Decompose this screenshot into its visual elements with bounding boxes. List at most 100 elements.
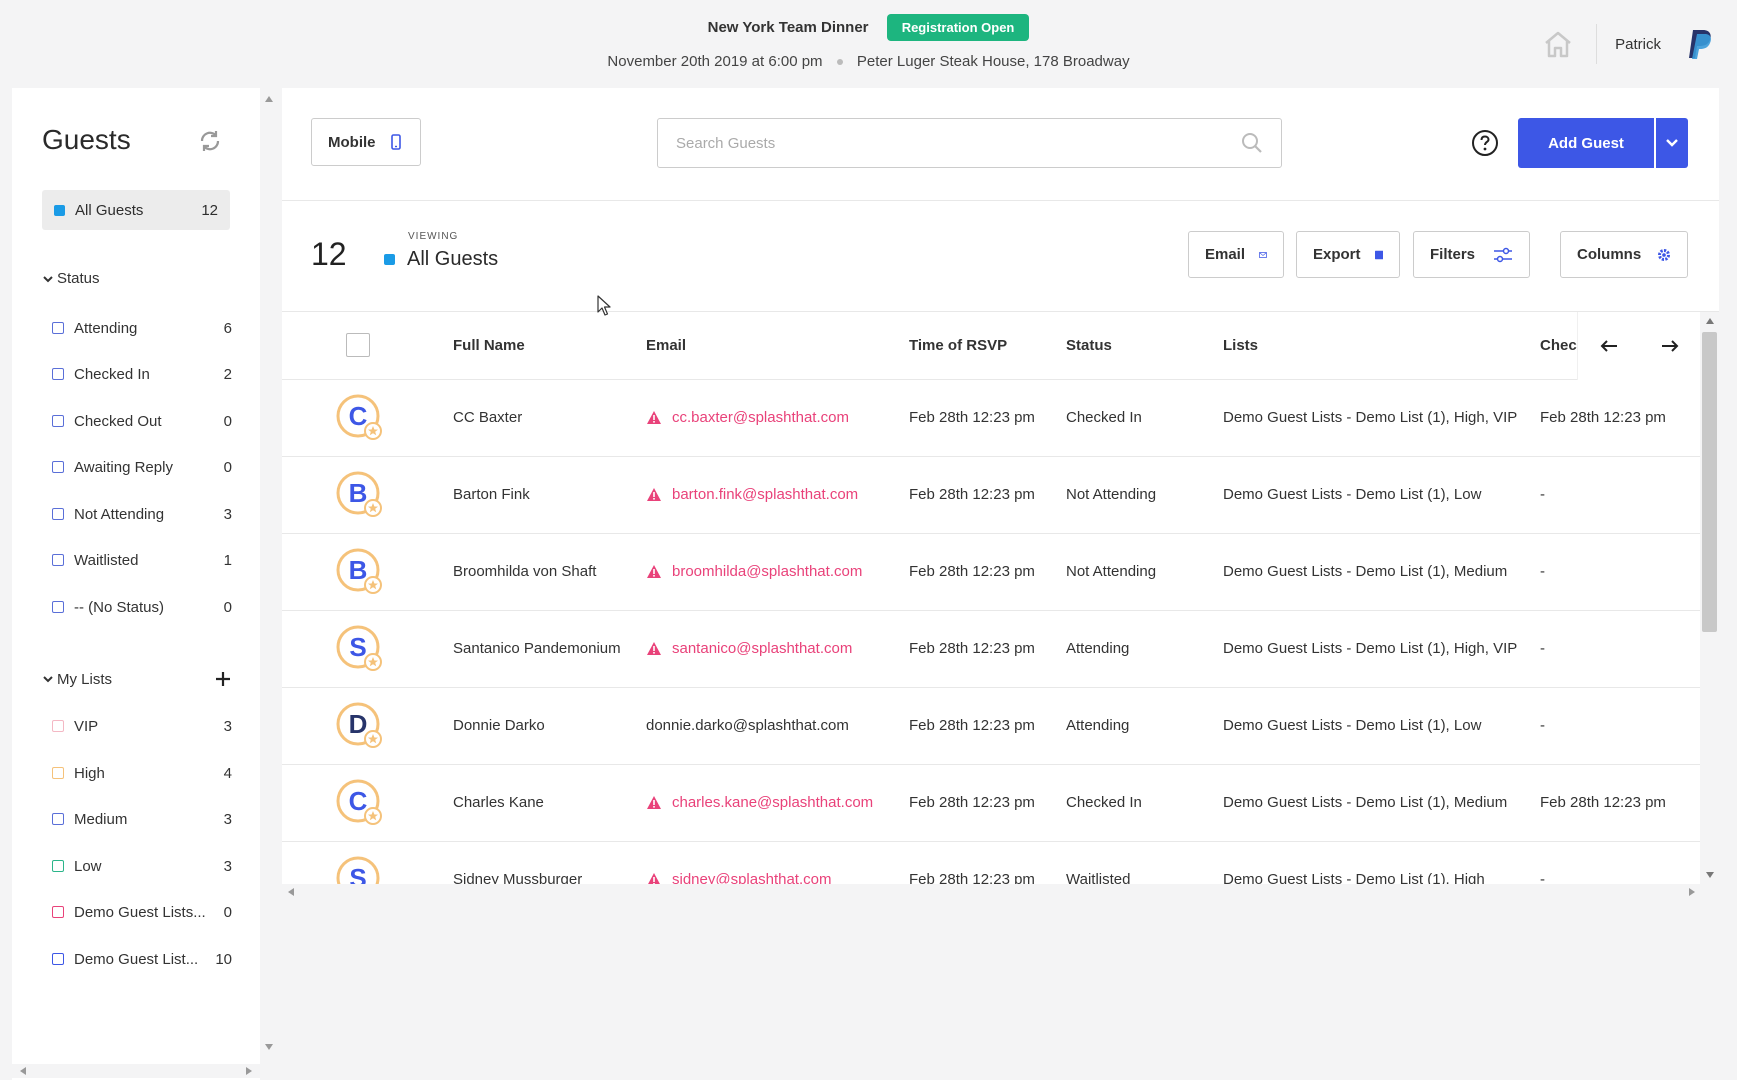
guest-full-name[interactable]: Charles Kane (453, 794, 544, 811)
list-checkbox[interactable] (52, 953, 64, 965)
filters-button[interactable]: Filters (1413, 231, 1530, 278)
list-count: 3 (223, 857, 232, 875)
registration-status-badge[interactable]: Registration Open (886, 14, 1030, 41)
table-vertical-scrollbar[interactable] (1700, 312, 1719, 884)
list-checkbox[interactable] (52, 720, 64, 732)
paypal-logo-icon[interactable] (1687, 28, 1715, 60)
list-checkbox[interactable] (52, 767, 64, 779)
column-header-lists[interactable]: Lists (1223, 337, 1258, 354)
scrollbar-thumb[interactable] (1702, 332, 1717, 632)
guest-email[interactable]: barton.fink@splashthat.com (672, 486, 858, 503)
table-row[interactable]: B Barton Fink barton.fink@splashthat.com Fe… (282, 457, 1700, 534)
add-guest-button[interactable]: Add Guest (1518, 118, 1656, 168)
mobile-button[interactable]: Mobile (311, 118, 421, 166)
search-icon[interactable] (1241, 132, 1263, 154)
sidebar-item-checked-in[interactable]: Checked In 2 (52, 362, 232, 386)
sidebar-item-checked-out[interactable]: Checked Out 0 (52, 409, 232, 433)
column-header-email[interactable]: Email (646, 337, 686, 354)
status-checkbox[interactable] (52, 508, 64, 520)
refresh-icon[interactable] (198, 129, 222, 153)
sidebar-item-awaiting-reply[interactable]: Awaiting Reply 0 (52, 455, 232, 479)
guest-avatar-icon[interactable]: B (336, 548, 384, 596)
guest-full-name[interactable]: Sidney Mussburger (453, 871, 582, 884)
sidebar-item-not-attending[interactable]: Not Attending 3 (52, 502, 232, 526)
guest-email[interactable]: broomhilda@splashthat.com (672, 563, 862, 580)
status-checkbox[interactable] (52, 554, 64, 566)
list-count: 10 (215, 950, 232, 968)
column-header-full-name[interactable]: Full Name (453, 337, 525, 354)
add-guest-dropdown-button[interactable] (1656, 118, 1688, 168)
guest-status[interactable]: Checked In (1066, 409, 1142, 426)
sidebar-item-list-demo-guest-list[interactable]: Demo Guest List... 10 (52, 947, 232, 971)
guest-status[interactable]: Waitlisted (1066, 871, 1130, 884)
table-row[interactable]: C CC Baxter cc.baxter@splashthat.com Feb 28… (282, 380, 1700, 457)
guest-rsvp-time: Feb 28th 12:23 pm (909, 871, 1035, 884)
sidebar-item-attending[interactable]: Attending 6 (52, 316, 232, 340)
guest-status[interactable]: Attending (1066, 717, 1129, 734)
sidebar-item-no-status[interactable]: -- (No Status) 0 (52, 595, 232, 619)
guest-avatar-icon[interactable]: D (336, 702, 384, 750)
home-icon[interactable] (1538, 24, 1578, 64)
table-row[interactable]: B Broomhilda von Shaft broomhilda@splashth… (282, 534, 1700, 611)
status-group-toggle[interactable]: Status (42, 270, 232, 287)
help-icon[interactable] (1471, 129, 1499, 157)
guest-avatar-icon[interactable]: C (336, 779, 384, 827)
list-checkbox[interactable] (52, 813, 64, 825)
sidebar-horizontal-scrollbar[interactable] (12, 1064, 260, 1078)
search-input[interactable] (676, 134, 1241, 152)
arrow-left-icon[interactable] (1600, 339, 1618, 353)
arrow-right-icon[interactable] (1661, 339, 1679, 353)
sidebar-item-list-low[interactable]: Low 3 (52, 854, 232, 878)
guest-email[interactable]: charles.kane@splashthat.com (672, 794, 873, 811)
guest-lists: Demo Guest Lists - Demo List (1), Low (1223, 717, 1482, 734)
status-checkbox[interactable] (52, 461, 64, 473)
export-button[interactable]: Export (1296, 231, 1400, 278)
email-button[interactable]: Email (1188, 231, 1284, 278)
guest-avatar-icon[interactable]: S (336, 625, 384, 673)
guest-status[interactable]: Attending (1066, 640, 1129, 657)
user-name[interactable]: Patrick (1615, 36, 1661, 53)
guest-full-name[interactable]: Donnie Darko (453, 717, 545, 734)
table-row[interactable]: S Sidney Mussburger sidney@splashthat.com F… (282, 842, 1700, 884)
guest-full-name[interactable]: Broomhilda von Shaft (453, 563, 596, 580)
list-checkbox[interactable] (52, 906, 64, 918)
guest-full-name[interactable]: Barton Fink (453, 486, 530, 503)
guest-avatar-icon[interactable]: S (336, 856, 384, 884)
select-all-checkbox[interactable] (346, 333, 370, 357)
guest-full-name[interactable]: CC Baxter (453, 409, 522, 426)
column-header-check-in[interactable]: Checl (1540, 337, 1581, 354)
sidebar-item-all-guests[interactable]: All Guests 12 (42, 190, 230, 230)
guest-email[interactable]: santanico@splashthat.com (672, 640, 852, 657)
sidebar-item-list-demo-guest-lists[interactable]: Demo Guest Lists... 0 (52, 900, 232, 924)
guest-full-name[interactable]: Santanico Pandemonium (453, 640, 621, 657)
my-lists-group-toggle[interactable]: My Lists (42, 670, 232, 688)
status-checkbox[interactable] (52, 322, 64, 334)
column-header-status[interactable]: Status (1066, 337, 1112, 354)
status-checkbox[interactable] (52, 415, 64, 427)
chevron-down-icon (1666, 139, 1678, 147)
table-row[interactable]: S Santanico Pandemonium santanico@splashth… (282, 611, 1700, 688)
status-checkbox[interactable] (52, 601, 64, 613)
sidebar-item-list-high[interactable]: High 4 (52, 761, 232, 785)
list-checkbox[interactable] (52, 860, 64, 872)
sidebar-vertical-scrollbar[interactable] (262, 88, 276, 1058)
column-header-time-of-rsvp[interactable]: Time of RSVP (909, 337, 1007, 354)
guest-status[interactable]: Not Attending (1066, 486, 1156, 503)
table-horizontal-scrollbar[interactable] (282, 884, 1719, 900)
guest-check-in-time: Feb 28th 12:23 pm (1540, 794, 1666, 811)
sidebar-item-waitlisted[interactable]: Waitlisted 1 (52, 548, 232, 572)
guest-email[interactable]: donnie.darko@splashthat.com (646, 717, 849, 734)
guest-email[interactable]: cc.baxter@splashthat.com (672, 409, 849, 426)
sidebar-item-list-vip[interactable]: VIP 3 (52, 714, 232, 738)
guest-status[interactable]: Not Attending (1066, 563, 1156, 580)
sidebar-item-list-medium[interactable]: Medium 3 (52, 807, 232, 831)
guest-avatar-icon[interactable]: C (336, 394, 384, 442)
add-list-plus-icon[interactable] (214, 670, 232, 688)
table-row[interactable]: D Donnie Darko donnie.darko@splashthat.com… (282, 688, 1700, 765)
guest-email[interactable]: sidney@splashthat.com (672, 871, 831, 884)
guest-avatar-icon[interactable]: B (336, 471, 384, 519)
status-checkbox[interactable] (52, 368, 64, 380)
table-row[interactable]: C Charles Kane charles.kane@splashthat.com… (282, 765, 1700, 842)
columns-button[interactable]: Columns (1560, 231, 1688, 278)
guest-status[interactable]: Checked In (1066, 794, 1142, 811)
